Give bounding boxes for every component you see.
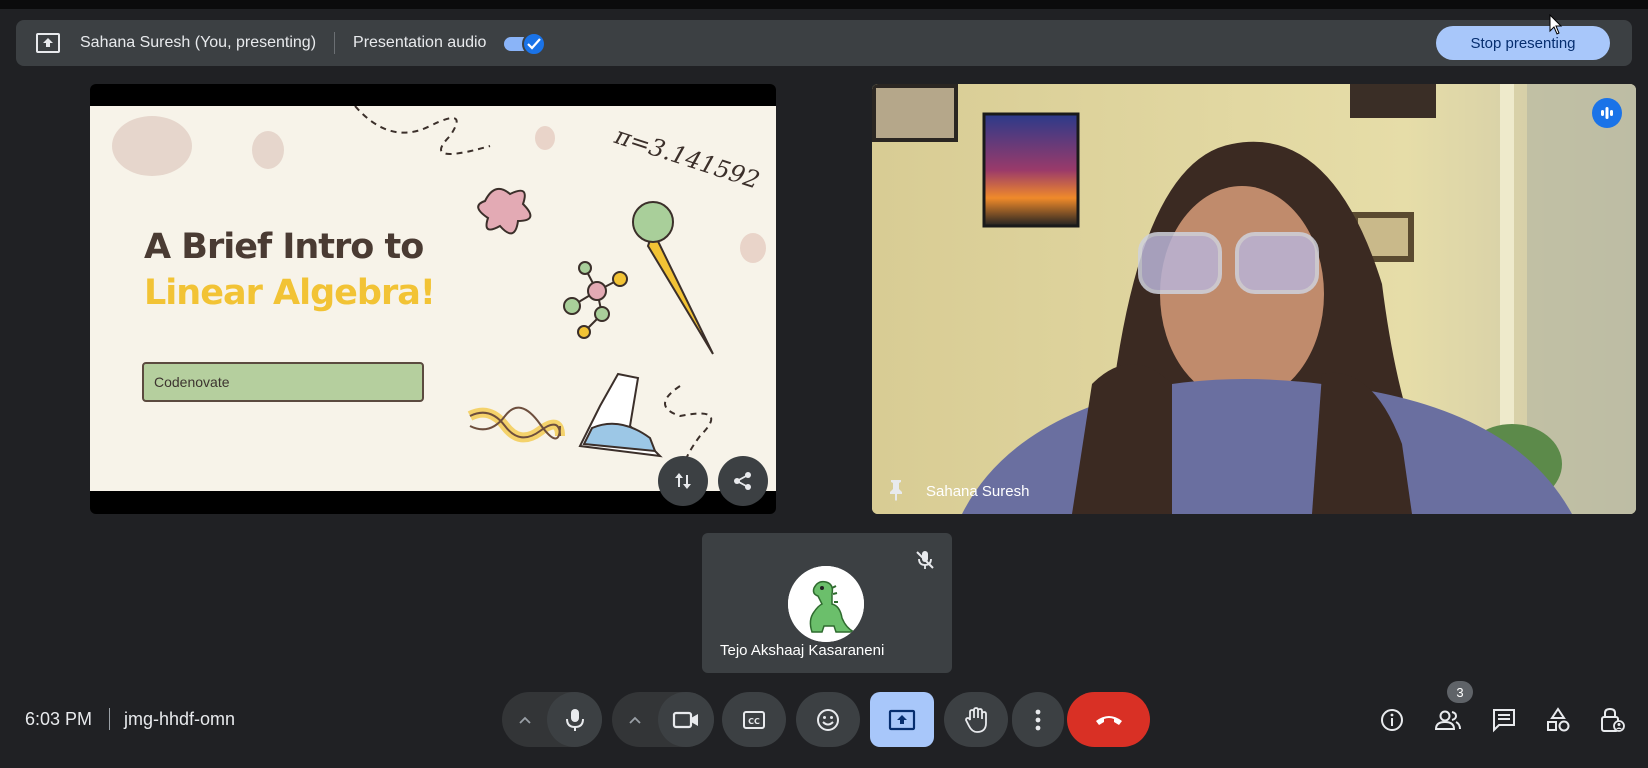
audio-settings-chevron[interactable] [502, 692, 547, 747]
presenting-banner: Sahana Suresh (You, presenting) Presenta… [16, 20, 1632, 66]
present-now-button[interactable] [870, 692, 934, 747]
swap-arrows-icon [675, 473, 691, 489]
chevron-up-icon [629, 716, 641, 724]
slide-title-line1: A Brief Intro to [144, 227, 424, 267]
camera-icon [672, 711, 698, 728]
closed-captions-icon: CC [743, 710, 765, 729]
hang-up-icon [1095, 715, 1122, 725]
clock-time: 6:03 PM [25, 709, 93, 729]
participant-video-tile[interactable]: Sahana Suresh [872, 84, 1636, 514]
more-options-button[interactable] [1012, 692, 1064, 747]
microphone-icon [565, 708, 584, 731]
slide-subtitle-box: Codenovate [142, 362, 424, 402]
svg-text:CC: CC [748, 717, 760, 726]
raise-hand-button[interactable] [944, 692, 1008, 747]
footer-divider [109, 708, 110, 730]
activities-button[interactable] [1542, 704, 1574, 736]
share-button[interactable] [718, 456, 768, 506]
chevron-up-icon [518, 716, 531, 724]
avatar [788, 566, 864, 642]
pin-icon[interactable] [886, 478, 906, 502]
chat-button[interactable] [1488, 704, 1520, 736]
slide-title-line2: Linear Algebra! [144, 273, 436, 313]
share-icon [734, 472, 751, 490]
camera-group [612, 692, 714, 747]
presentation-tile[interactable]: π=3.141592 A Brief Intro to Linear Algeb… [90, 84, 776, 514]
meeting-details-button[interactable] [1376, 704, 1408, 736]
video-settings-chevron[interactable] [612, 692, 658, 747]
video-feed [872, 84, 1636, 514]
checkmark-icon [522, 32, 547, 56]
mouse-cursor-icon [1549, 14, 1563, 35]
people-icon [1434, 710, 1461, 730]
participant-count-badge: 3 [1447, 681, 1473, 703]
chat-icon [1493, 709, 1515, 733]
slide-canvas: π=3.141592 A Brief Intro to Linear Algeb… [90, 106, 776, 491]
shapes-icon [1547, 707, 1570, 732]
host-controls-button[interactable] [1596, 704, 1628, 736]
dinosaur-icon [788, 566, 864, 642]
presentation-audio-toggle[interactable] [504, 32, 547, 56]
mic-off-icon [916, 551, 934, 569]
meeting-code: jmg-hhdf-omn [124, 709, 236, 729]
video-participant-name: Sahana Suresh [926, 483, 1030, 500]
more-vert-icon [1035, 709, 1041, 730]
people-button[interactable] [1432, 704, 1464, 736]
leave-call-button[interactable] [1067, 692, 1150, 747]
presenter-name: Sahana Suresh (You, presenting) [80, 34, 317, 51]
presentation-audio-label: Presentation audio [353, 34, 487, 51]
participant-tile[interactable]: Tejo Akshaaj Kasaraneni [702, 533, 952, 673]
swap-tiles-button[interactable] [658, 456, 708, 506]
camera-button[interactable] [658, 692, 714, 747]
emoji-icon [817, 708, 839, 731]
stop-presenting-button[interactable]: Stop presenting [1436, 26, 1610, 60]
lock-person-icon [1601, 707, 1625, 732]
participant-name: Tejo Akshaaj Kasaraneni [720, 642, 885, 659]
banner-divider [334, 32, 336, 54]
microphone-group [502, 692, 602, 747]
info-icon [1381, 709, 1403, 731]
present-screen-icon [34, 29, 62, 57]
reactions-button[interactable] [796, 692, 860, 747]
microphone-button[interactable] [547, 692, 602, 747]
hand-icon [965, 706, 987, 733]
speaking-indicator-icon [1592, 98, 1622, 128]
captions-button[interactable]: CC [722, 692, 786, 747]
present-screen-icon [888, 709, 916, 730]
top-edge [0, 0, 1648, 9]
